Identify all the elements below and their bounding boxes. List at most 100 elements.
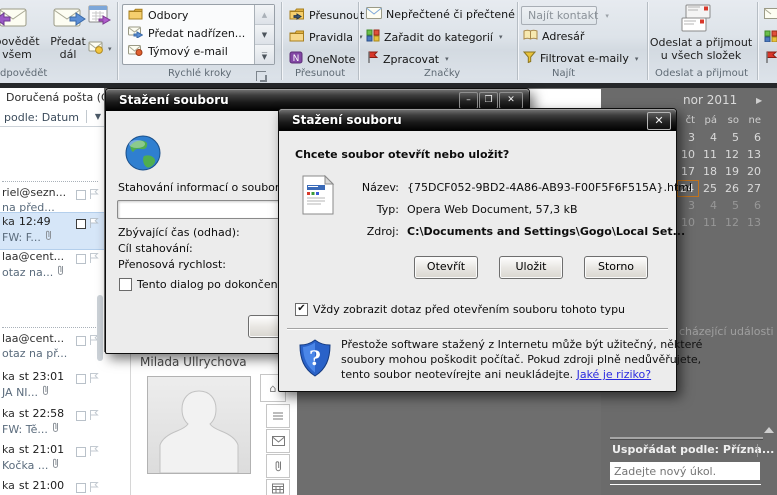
flag-icon[interactable] [88, 481, 100, 493]
calendar-day[interactable]: 20 [743, 163, 765, 180]
maximize-button[interactable]: ❒ [479, 92, 498, 109]
people-pane-tab-mail[interactable] [266, 429, 290, 453]
email-checkbox[interactable] [76, 254, 86, 264]
email-list-item[interactable]: kast 22:58 FW: Tě... [0, 405, 104, 441]
calendar-day[interactable]: 17 [677, 163, 699, 180]
calendar-day[interactable]: 10 [677, 146, 699, 163]
quick-step-predat-nadrizenemu[interactable]: Předat nadřízen... [128, 26, 245, 41]
people-pane-tab-all-items[interactable] [266, 404, 290, 428]
calendar-day-next-month[interactable]: 4 [699, 197, 721, 214]
close-button[interactable]: ✕ [647, 112, 671, 130]
calendar-day-next-month[interactable]: 11 [699, 214, 721, 231]
scroll-down-button[interactable]: ▼ [255, 25, 274, 45]
onenote-button[interactable]: N OneNote [289, 51, 355, 67]
forward-icon[interactable] [52, 5, 86, 32]
send-receive-icon[interactable] [676, 3, 714, 38]
email-list-item[interactable]: laa@cent... otaz na př... [0, 330, 104, 366]
dialog-title-bar[interactable]: Stažení souboru ✕ [279, 109, 676, 131]
flag-icon[interactable] [88, 188, 100, 200]
email-checkbox[interactable] [76, 411, 86, 421]
flag-icon[interactable] [88, 372, 100, 384]
calendar-day-next-month[interactable]: 3 [677, 197, 699, 214]
calendar-next-icon[interactable]: ▶ [756, 96, 762, 105]
always-ask-checkbox[interactable]: ✔ [295, 303, 308, 316]
new-task-input[interactable] [610, 462, 760, 480]
calendar-day[interactable]: 26 [721, 180, 743, 197]
todo-scroll-up-icon[interactable] [764, 427, 774, 433]
quick-step-tymovy-email[interactable]: Týmový e-mail [128, 44, 228, 59]
risk-link[interactable]: Jaké je riziko? [577, 368, 652, 381]
rules-button[interactable]: Pravidla▾ [289, 29, 363, 45]
email-list-item[interactable]: kast 23:01 JA NI... [0, 368, 104, 404]
search-box-fragment[interactable] [520, 89, 601, 109]
meeting-icon[interactable] [88, 4, 112, 29]
flag-icon[interactable] [88, 445, 100, 457]
unread-read-button[interactable]: Nepřečtené či přečtené [366, 7, 515, 22]
calendar-day[interactable]: 4 [699, 129, 721, 146]
quick-steps-dialog-launcher-icon[interactable] [256, 71, 266, 81]
arrange-by-header[interactable]: Uspořádat podle: Přízna... [612, 443, 774, 456]
close-button[interactable]: ✕ [499, 92, 523, 109]
file-type-label: Typ: [341, 203, 399, 216]
email-list-item-selected[interactable]: ka12:49 FW: F... [0, 212, 104, 250]
address-book-button[interactable]: Adresář [523, 29, 584, 44]
gallery-expand-button[interactable]: —▼ [255, 45, 274, 64]
people-pane-tab-meetings[interactable] [266, 479, 290, 495]
find-contact-combo[interactable]: Najít kontakt▾ [521, 6, 597, 25]
flag-icon[interactable] [88, 409, 100, 421]
calendar-day-next-month[interactable]: 13 [743, 214, 765, 231]
email-checkbox[interactable] [76, 190, 86, 200]
email-list-item[interactable]: kast 21:00 [0, 477, 104, 495]
move-button[interactable]: Přesunout▾ [289, 7, 374, 23]
email-checkbox[interactable] [76, 483, 86, 493]
calendar-day[interactable]: 11 [699, 146, 721, 163]
calendar-day[interactable]: 6 [743, 129, 765, 146]
minimize-button[interactable]: – [459, 92, 478, 109]
calendar-day[interactable]: 12 [721, 146, 743, 163]
calendar-day[interactable]: 19 [721, 163, 743, 180]
reply-all-icon[interactable] [0, 5, 28, 32]
calendar-day[interactable]: 18 [699, 163, 721, 180]
email-list-item[interactable]: laa@cent... otaz na... [0, 248, 104, 284]
quick-step-odbory[interactable]: Odbory [128, 8, 188, 23]
follow-up-button[interactable]: Zpracovat▾ [366, 51, 449, 67]
save-button[interactable]: Uložit [499, 256, 563, 279]
email-checkbox[interactable] [76, 219, 86, 229]
message-list-scrollbar-thumb[interactable] [97, 295, 103, 361]
onenote-label: OneNote [307, 53, 355, 66]
reply-all-label-1: povědět [0, 35, 48, 48]
dialog-title: Stažení souboru [119, 93, 229, 107]
task-splitter[interactable] [610, 437, 763, 440]
people-pane-tab-attachments[interactable] [266, 454, 290, 478]
folder-icon [128, 8, 143, 23]
email-list-item[interactable]: kast 21:01 Kočka ... [0, 441, 104, 477]
calendar-day-next-month[interactable]: 6 [743, 197, 765, 214]
email-checkbox[interactable] [76, 447, 86, 457]
calendar-day[interactable]: 3 [677, 129, 699, 146]
close-when-done-checkbox[interactable] [119, 278, 132, 291]
sort-bar[interactable]: podle: Datum ▼ [0, 108, 104, 127]
scroll-up-button[interactable]: ▲ [255, 5, 274, 25]
calendar-day[interactable]: 13 [743, 146, 765, 163]
flag-icon[interactable] [88, 217, 100, 229]
flag-icon[interactable] [88, 252, 100, 264]
calendar-day-next-month[interactable]: 5 [721, 197, 743, 214]
calendar-day[interactable]: 25 [699, 180, 721, 197]
calendar-day-next-month[interactable]: 12 [721, 214, 743, 231]
forward-button[interactable]: Předat dál [42, 35, 94, 61]
filter-email-button[interactable]: Filtrovat e-maily▾ [523, 51, 638, 66]
open-button[interactable]: Otevřít [414, 256, 478, 279]
cancel-button[interactable]: Storno [584, 256, 648, 279]
email-checkbox[interactable] [76, 336, 86, 346]
email-checkbox[interactable] [76, 374, 86, 384]
send-receive-button[interactable]: Odeslat a přijmout u všech složek [648, 36, 754, 62]
dropdown-caret-icon[interactable]: ▾ [108, 45, 112, 53]
search-inbox-box[interactable]: Doručená pošta (C [0, 88, 104, 108]
categories-icon [366, 29, 380, 45]
reply-all-button[interactable]: povědět všem [0, 35, 48, 61]
more-respond-icon[interactable] [88, 40, 104, 57]
categorize-button[interactable]: Zařadit do kategorií▾ [366, 29, 502, 45]
sort-direction-icon[interactable]: ▼ [95, 112, 101, 121]
calendar-day[interactable]: 5 [721, 129, 743, 146]
calendar-day[interactable]: 27 [743, 180, 765, 197]
